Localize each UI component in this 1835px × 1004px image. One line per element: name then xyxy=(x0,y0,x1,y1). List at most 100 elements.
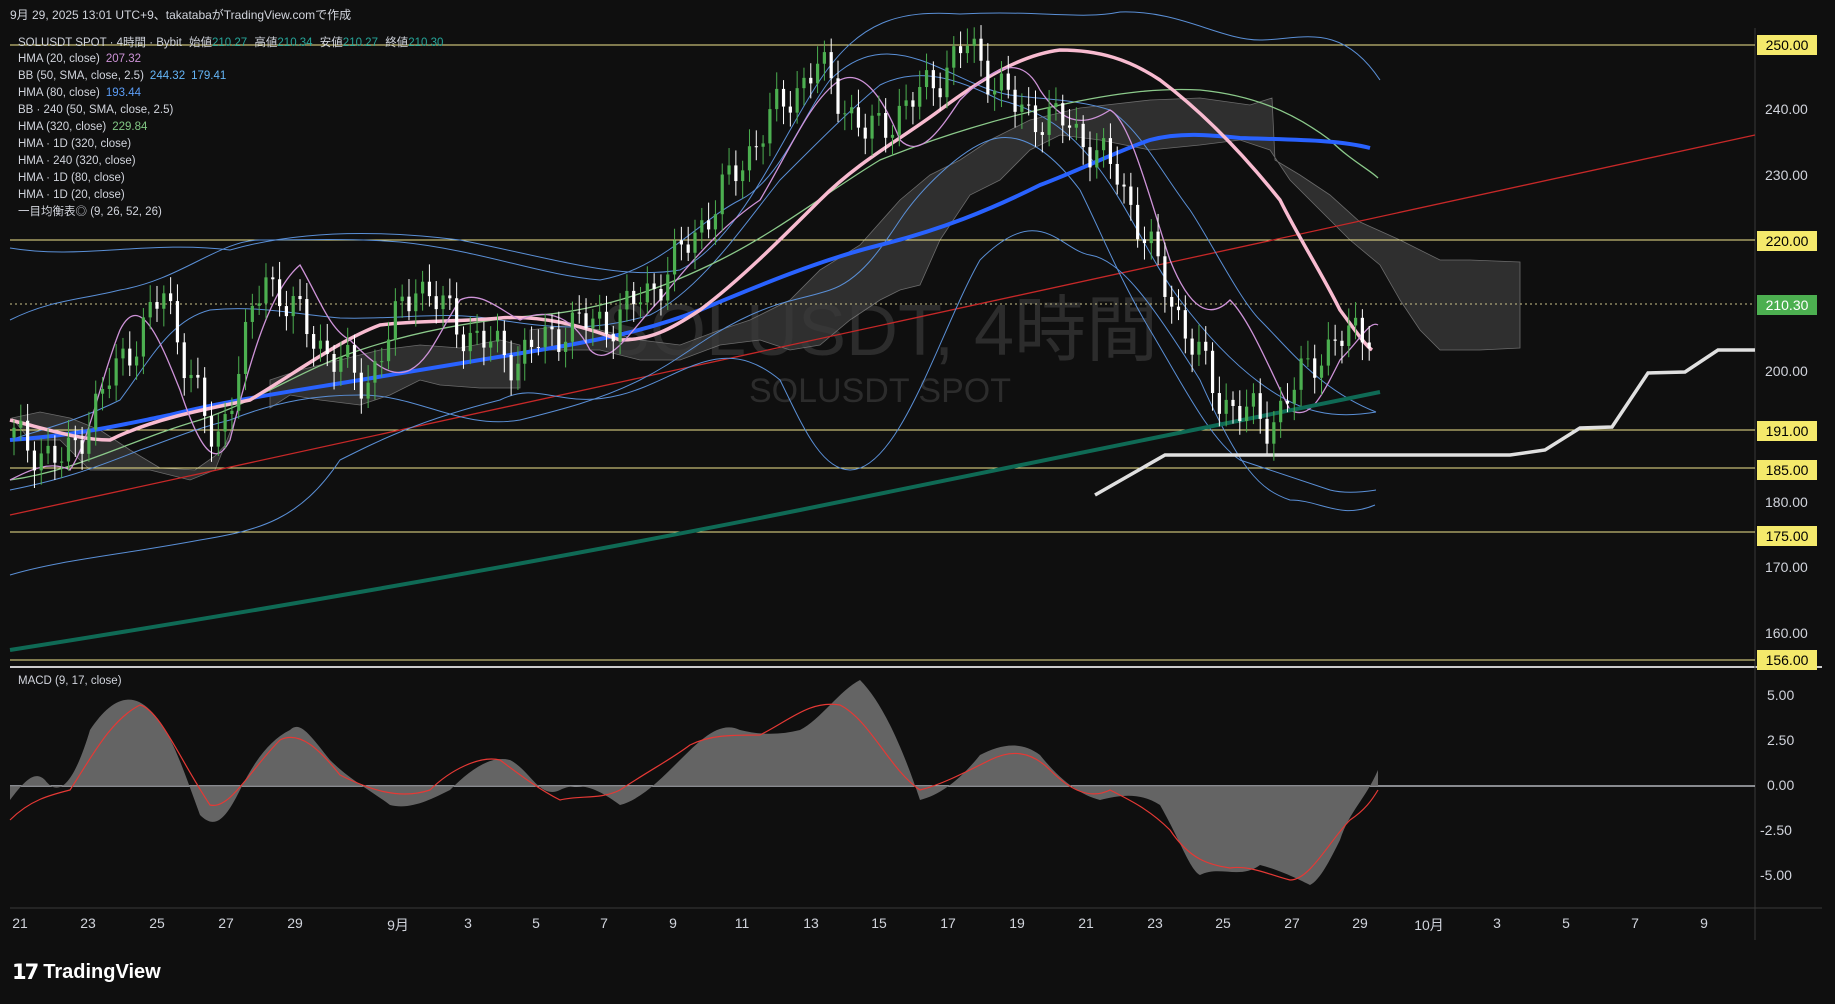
legend-label: HMA (320, close) xyxy=(18,121,107,133)
candle-down xyxy=(1163,256,1167,297)
candle-down xyxy=(332,353,336,372)
legend-row[interactable]: HMA · 240 (320, close) xyxy=(18,153,226,170)
candle-up xyxy=(1149,231,1153,244)
candle-up xyxy=(741,170,745,182)
candle-up xyxy=(795,88,799,113)
price-tick: 160.00 xyxy=(1765,624,1808,641)
candle-down xyxy=(529,339,534,347)
candle-up xyxy=(850,107,854,114)
candle-up xyxy=(12,427,16,438)
candle-up xyxy=(1224,399,1228,414)
macd-pane-bg xyxy=(10,668,1755,908)
candle-down xyxy=(1136,204,1140,240)
candle-up xyxy=(94,393,98,430)
candle-up xyxy=(318,340,323,349)
time-tick: 5 xyxy=(1562,915,1570,931)
candle-down xyxy=(26,420,30,451)
candle-up xyxy=(1074,123,1078,128)
level-badge: 185.00 xyxy=(1757,460,1817,481)
candle-up xyxy=(386,339,391,362)
candle-down xyxy=(298,296,302,300)
candle-up xyxy=(60,461,64,463)
candle-down xyxy=(32,450,37,471)
legend-row[interactable]: HMA (80, close) 193.44 xyxy=(18,85,226,102)
legend-row[interactable]: HMA · 1D (320, close) xyxy=(18,136,226,153)
candle-down xyxy=(754,146,758,148)
candle-up xyxy=(414,293,418,312)
candle-up xyxy=(972,38,976,46)
legend-row[interactable]: BB · 240 (50, SMA, close, 2.5) xyxy=(18,102,226,119)
legend-row[interactable]: 一目均衡表◎ (9, 26, 52, 26) xyxy=(18,204,226,221)
level-badge: 156.00 xyxy=(1757,650,1817,670)
chart-canvas[interactable]: SOLUSDT, 4時間 SOLUSDT SPOT xyxy=(0,0,1835,1004)
candle-down xyxy=(707,220,711,230)
candle-down xyxy=(509,355,513,381)
candle-up xyxy=(747,146,752,171)
time-tick: 21 xyxy=(12,915,28,931)
candle-down xyxy=(182,342,186,379)
candle-up xyxy=(121,348,125,359)
time-tick: 9 xyxy=(669,915,677,931)
candle-up xyxy=(107,385,111,389)
candle-down xyxy=(502,330,506,356)
legend-value: 244.32 xyxy=(149,70,186,82)
candle-up xyxy=(1272,422,1276,444)
legend-row[interactable]: HMA (20, close) 207.32 xyxy=(18,51,226,68)
time-tick: 5 xyxy=(532,915,540,931)
candle-down xyxy=(1217,393,1221,414)
candle-up xyxy=(475,330,479,333)
time-tick: 23 xyxy=(80,915,96,931)
candle-down xyxy=(271,277,275,280)
candle-down xyxy=(1265,418,1269,444)
candle-down xyxy=(781,88,786,107)
candle-up xyxy=(346,344,350,358)
candle-down xyxy=(536,346,540,348)
time-tick: 27 xyxy=(218,915,234,931)
candle-up xyxy=(945,67,949,98)
candle-up xyxy=(189,374,193,379)
candle-down xyxy=(312,334,316,349)
macd-tick: -2.50 xyxy=(1760,822,1792,838)
candle-up xyxy=(1197,341,1201,355)
candle-down xyxy=(1340,340,1344,346)
candle-up xyxy=(134,356,139,366)
candle-down xyxy=(1067,125,1072,128)
candle-down xyxy=(577,312,581,314)
macd-tick: 0.00 xyxy=(1767,777,1795,793)
watermark-sub: SOLUSDT SPOT xyxy=(749,372,1011,410)
tradingview-brand[interactable]: 𝟭𝟳 TradingView xyxy=(12,960,161,985)
candle-down xyxy=(611,334,615,342)
level-badge: 175.00 xyxy=(1757,525,1817,546)
legend-row[interactable]: BB (50, SMA, close, 2.5) 244.32 179.41 xyxy=(18,68,226,85)
candle-down xyxy=(73,437,77,441)
candle-up xyxy=(999,73,1004,91)
macd-title[interactable]: MACD (9, 17, close) xyxy=(18,675,122,687)
candle-up xyxy=(591,318,595,329)
legend-row[interactable]: HMA · 1D (80, close) xyxy=(18,170,226,187)
legend-row[interactable]: HMA · 1D (20, close) xyxy=(18,187,226,204)
symbol-label[interactable]: SOLUSDT SPOT · 4時間 · Bybit xyxy=(18,37,182,49)
time-tick: 15 xyxy=(871,915,887,931)
candle-down xyxy=(938,88,942,98)
candle-down xyxy=(169,293,173,302)
candle-down xyxy=(277,279,282,307)
candle-up xyxy=(114,358,118,386)
candle-down xyxy=(1156,231,1160,257)
candle-up xyxy=(489,341,493,348)
candle-up xyxy=(672,240,677,275)
candle-down xyxy=(1333,339,1337,341)
candle-up xyxy=(625,290,629,310)
candle-down xyxy=(448,295,452,299)
candle-up xyxy=(400,296,404,302)
legend-label: BB (50, SMA, close, 2.5) xyxy=(18,70,144,82)
candle-down xyxy=(305,299,309,335)
candle-up xyxy=(618,309,622,342)
candle-down xyxy=(196,374,200,378)
candle-down xyxy=(203,377,207,416)
legend-label: 一目均衡表◎ (9, 26, 52, 26) xyxy=(18,206,162,218)
candle-up xyxy=(713,214,718,230)
legend-row[interactable]: HMA (320, close) 229.84 xyxy=(18,119,226,136)
legend-label: HMA (80, close) xyxy=(18,87,100,99)
candle-down xyxy=(427,281,432,297)
candle-down xyxy=(209,415,214,447)
